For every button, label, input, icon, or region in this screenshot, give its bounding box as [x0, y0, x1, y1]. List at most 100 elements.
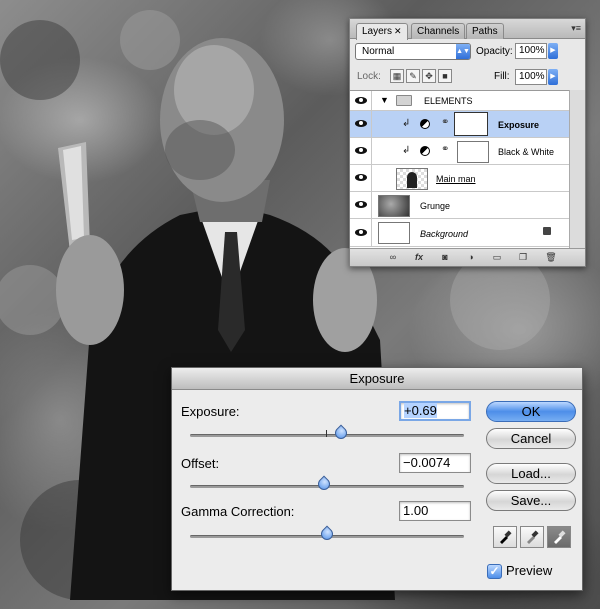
exposure-slider-knob[interactable] [332, 424, 350, 442]
save-button[interactable]: Save... [486, 490, 576, 511]
gamma-label: Gamma Correction: [181, 504, 295, 519]
eye-icon [355, 201, 367, 208]
offset-input[interactable]: −0.0074 [399, 453, 471, 473]
offset-slider-knob[interactable] [315, 475, 333, 493]
layer-name-exposure: Exposure [498, 120, 540, 130]
layer-row-grunge[interactable]: Grunge [350, 192, 569, 219]
layer-list: ▼ ELEMENTS ↲ ⚭ Exposure ↲ ⚭ Black & Whit… [350, 90, 569, 248]
layer-name-black-white: Black & White [498, 147, 555, 157]
lock-label: Lock: [357, 71, 381, 82]
trash-icon[interactable]: 🗑 [544, 252, 558, 263]
layer-list-scrollbar[interactable] [569, 90, 585, 248]
dialog-title: Exposure [172, 368, 582, 390]
layer-row-background[interactable]: Background [350, 219, 569, 247]
eye-icon [355, 174, 367, 181]
blend-mode-select[interactable]: Normal ▲▼ [355, 43, 471, 60]
visibility-toggle[interactable] [350, 165, 372, 191]
eye-icon [355, 228, 367, 236]
man-silhouette-icon [407, 172, 417, 188]
preview-checkbox[interactable]: ✓ [487, 564, 502, 579]
visibility-toggle[interactable] [350, 138, 372, 164]
select-arrows-icon: ▲▼ [456, 44, 470, 59]
layers-panel-footer: ∞ fx ◙ ◑ ▭ ❐ 🗑 [350, 248, 585, 266]
adjustment-icon[interactable]: ◑ [464, 252, 478, 262]
black-point-eyedropper-icon[interactable] [493, 526, 517, 548]
exposure-dialog[interactable]: Exposure Exposure: +0.69 Offset: −0.0074… [171, 367, 583, 591]
visibility-toggle[interactable] [350, 91, 372, 110]
exposure-input[interactable]: +0.69 [399, 401, 471, 421]
layer-thumbnail[interactable] [378, 222, 410, 244]
lock-row: Lock: ▦ ✎ ✥ ■ Fill: 100% ▶ [355, 68, 583, 86]
blend-row: Normal ▲▼ Opacity: 100% ▶ [355, 43, 583, 61]
blend-mode-value: Normal [362, 46, 395, 57]
layer-mask-thumbnail[interactable] [457, 141, 489, 163]
adjustment-layer-icon [420, 119, 430, 129]
panel-menu-icon[interactable]: ▾≡ [571, 23, 581, 34]
eye-icon [355, 96, 367, 104]
tab-paths-label: Paths [472, 26, 498, 37]
layer-name-elements: ELEMENTS [424, 96, 473, 106]
opacity-label: Opacity: [476, 46, 513, 57]
gamma-slider-knob[interactable] [318, 525, 336, 543]
fill-arrow-icon[interactable]: ▶ [548, 69, 558, 85]
layer-row-exposure[interactable]: ↲ ⚭ Exposure [350, 111, 569, 138]
layers-panel-tabs: Layers ✕ Channels Paths ▾≡ [350, 19, 585, 40]
chain-link-icon[interactable]: ⚭ [441, 117, 449, 128]
chain-link-icon[interactable]: ⚭ [441, 144, 449, 155]
tab-channels-label: Channels [417, 26, 460, 37]
exposure-slider-track[interactable] [190, 424, 464, 442]
folder-icon[interactable]: ▭ [490, 252, 504, 263]
gamma-slider-track[interactable] [190, 525, 464, 543]
new-layer-icon[interactable]: ❐ [516, 252, 530, 263]
offset-slider-track[interactable] [190, 475, 464, 493]
layer-row-main-man[interactable]: Main man [350, 165, 569, 192]
lock-transparency-icon[interactable]: ▦ [390, 69, 404, 83]
layer-name-grunge: Grunge [420, 201, 451, 211]
fill-label: Fill: [494, 71, 510, 82]
eye-icon [355, 120, 367, 127]
visibility-toggle[interactable] [350, 219, 372, 246]
layer-mask-thumbnail[interactable] [454, 112, 488, 136]
layer-name-background: Background [420, 229, 469, 239]
cancel-button[interactable]: Cancel [486, 428, 576, 449]
tab-paths[interactable]: Paths [466, 23, 504, 39]
gamma-input[interactable]: 1.00 [399, 501, 471, 521]
fx-icon[interactable]: fx [412, 252, 426, 262]
layer-row-black-white[interactable]: ↲ ⚭ Black & White [350, 138, 569, 165]
close-icon[interactable]: ✕ [394, 26, 402, 36]
lock-move-icon[interactable]: ✥ [422, 69, 436, 83]
white-point-eyedropper-icon[interactable] [547, 526, 571, 548]
layer-thumbnail[interactable] [378, 195, 410, 217]
visibility-toggle[interactable] [350, 111, 372, 137]
lock-all-icon[interactable]: ■ [438, 69, 452, 83]
ok-button[interactable]: OK [486, 401, 576, 422]
exposure-value: +0.69 [404, 403, 437, 418]
opacity-field[interactable]: 100% [515, 43, 547, 59]
tab-channels[interactable]: Channels [411, 23, 466, 39]
lock-icon [543, 227, 551, 235]
layer-row-elements[interactable]: ▼ ELEMENTS [350, 91, 569, 111]
mask-icon[interactable]: ◙ [438, 252, 452, 262]
clipping-arrow-icon: ↲ [402, 118, 411, 129]
disclosure-triangle-icon[interactable]: ▼ [380, 95, 389, 105]
tab-layers-label: Layers [362, 26, 393, 37]
load-button[interactable]: Load... [486, 463, 576, 484]
lock-brush-icon[interactable]: ✎ [406, 69, 420, 83]
layers-panel[interactable]: Layers ✕ Channels Paths ▾≡ Normal ▲▼ Opac… [349, 18, 586, 267]
preview-label: Preview [506, 563, 553, 578]
visibility-toggle[interactable] [350, 192, 372, 218]
folder-icon [396, 95, 412, 106]
exposure-label: Exposure: [181, 404, 240, 419]
opacity-arrow-icon[interactable]: ▶ [548, 43, 558, 59]
link-icon[interactable]: ∞ [386, 252, 400, 262]
adjustment-layer-icon [420, 146, 430, 156]
gray-point-eyedropper-icon[interactable] [520, 526, 544, 548]
offset-label: Offset: [181, 456, 220, 471]
slider-center-tick [326, 430, 327, 437]
layer-thumbnail[interactable] [396, 168, 428, 190]
tab-layers[interactable]: Layers ✕ [356, 23, 408, 40]
fill-field[interactable]: 100% [515, 69, 547, 85]
layer-name-main-man: Main man [436, 174, 476, 184]
clipping-arrow-icon: ↲ [402, 145, 411, 156]
eye-icon [355, 147, 367, 154]
